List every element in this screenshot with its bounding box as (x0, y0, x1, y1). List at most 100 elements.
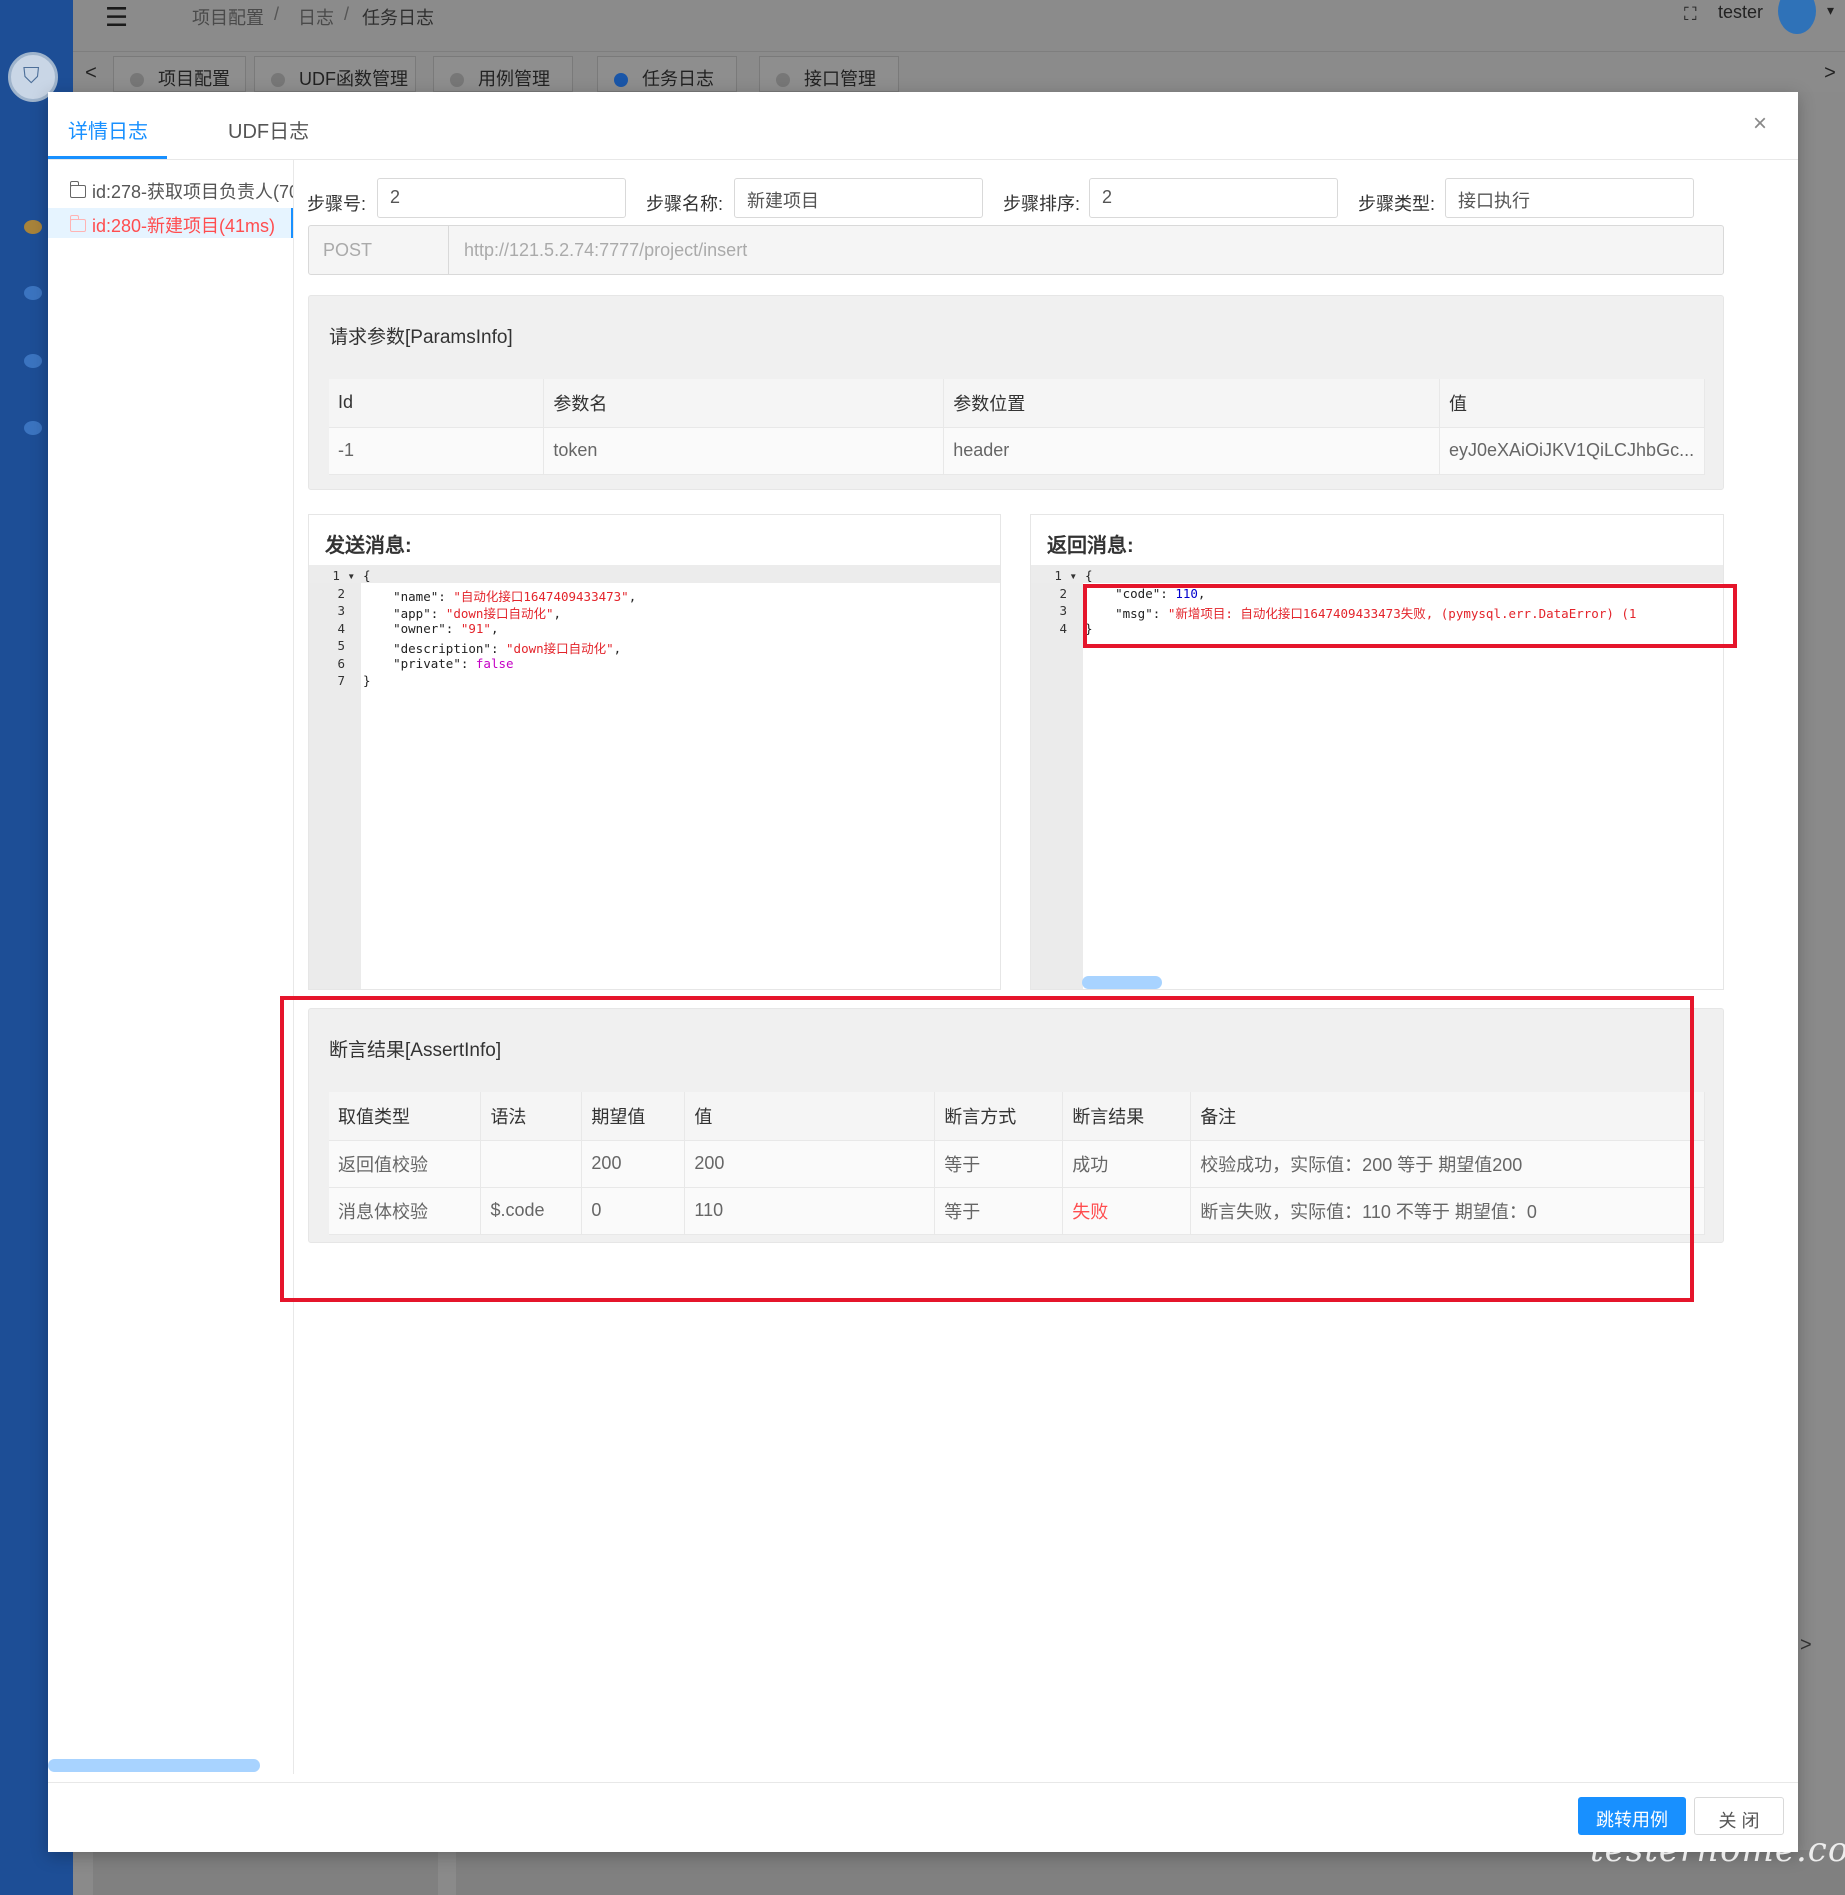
code-line: 3 "app": "down接口自动化", (309, 603, 1000, 621)
page-tabs-bar: < 项目配置 UDF函数管理× 用例管理× 任务日志× 接口管理× > (73, 52, 1845, 110)
chevron-left-icon[interactable]: < (79, 62, 103, 85)
page-tab-udf[interactable]: UDF函数管理× (254, 56, 416, 110)
code-line: 1 ▾ { (1031, 568, 1723, 586)
top-header: ☰ 项目配置 / 日志 / 任务日志 ⛶ tester ▾ (73, 0, 1845, 52)
tree-item[interactable]: id:278-获取项目负责人(70ms) (48, 174, 293, 204)
tab-udf-log[interactable]: UDF日志 (228, 115, 309, 144)
request-url: http://121.5.2.74:7777/project/insert (464, 240, 748, 260)
column-header: 参数名 (543, 379, 945, 428)
tree-item-label: id:278-获取项目负责人(70ms) (92, 182, 293, 202)
tab-label: 项目配置 (158, 69, 230, 89)
avatar[interactable] (1778, 0, 1816, 34)
response-message-title: 返回消息: (1047, 535, 1134, 557)
nav-item-icon[interactable] (24, 286, 42, 300)
code-text: "owner": "91", (393, 620, 499, 636)
tab-status-dot (614, 73, 628, 87)
code-text: { (1085, 568, 1093, 583)
step-no-label: 步骤号: (307, 194, 367, 214)
tab-status-dot (776, 73, 790, 87)
breadcrumb-separator: / (344, 4, 350, 24)
page-tab-task-log[interactable]: 任务日志× (597, 56, 737, 110)
line-number: 2 (337, 585, 345, 601)
code-text: "name": "自动化接口1647409433473", (393, 588, 637, 604)
nav-item-icon[interactable] (24, 354, 42, 368)
code-line: 5 "description": "down接口自动化", (309, 638, 1000, 656)
page-tab-api[interactable]: 接口管理× (759, 56, 899, 110)
annotation-box (1083, 584, 1737, 648)
folder-icon (69, 181, 86, 198)
step-type-label: 步骤类型: (1358, 194, 1436, 214)
page-tab-project-config[interactable]: 项目配置 (113, 56, 246, 92)
table-cell: token (543, 427, 945, 475)
tab-status-dot (450, 73, 464, 87)
column-header: 值 (1439, 379, 1706, 428)
tab-detail-log[interactable]: 详情日志 (68, 115, 148, 144)
breadcrumb-item[interactable]: 日志 (298, 4, 334, 30)
code-text: "app": "down接口自动化", (393, 606, 561, 621)
code-text: { (363, 568, 371, 583)
chevron-right-icon[interactable]: > (1818, 62, 1842, 85)
send-message-title: 发送消息: (325, 535, 412, 557)
step-no-field[interactable]: 2 (377, 178, 626, 218)
table-row: -1 token header eyJ0eXAiOiJKV1QiLCJhbGc.… (329, 427, 1706, 475)
nav-item-icon[interactable] (24, 421, 42, 435)
horizontal-scrollbar[interactable] (48, 1759, 260, 1772)
send-message-panel: 发送消息: 1 ▾ {2 "name": "自动化接口1647409433473"… (308, 514, 1001, 990)
tab-label: 任务日志 (642, 69, 714, 89)
chevron-down-icon[interactable]: ▾ (1827, 2, 1834, 19)
line-number: 3 (337, 603, 345, 618)
code-line: 1 ▾ { (309, 568, 1000, 586)
step-tree: id:278-获取项目负责人(70ms) id:280-新建项目(41ms) (48, 160, 294, 1774)
watermark: testerhome.com (1590, 1830, 1845, 1870)
tab-label: 用例管理 (478, 69, 550, 89)
breadcrumb-item[interactable]: 项目配置 (192, 4, 264, 30)
fullscreen-icon[interactable]: ⛶ (1684, 4, 1697, 25)
modal-footer: 跳转用例 关 闭 (48, 1782, 1798, 1852)
params-title: 请求参数[ParamsInfo] (329, 327, 513, 348)
column-header: 参数位置 (943, 379, 1440, 428)
code-line: 7} (309, 673, 1000, 691)
line-number: 4 (1059, 620, 1067, 636)
menu-fold-icon[interactable]: ☰ (105, 2, 128, 33)
line-number: 3 (1059, 603, 1067, 618)
user-name[interactable]: tester (1718, 2, 1763, 23)
horizontal-scrollbar[interactable] (1082, 976, 1162, 989)
code-line: 6 "private": false (309, 656, 1000, 674)
request-url-field[interactable]: POST http://121.5.2.74:7777/project/inse… (308, 225, 1724, 275)
step-name-label: 步骤名称: (646, 194, 724, 214)
line-number: 5 (337, 638, 345, 653)
step-name-field[interactable]: 新建项目 (734, 178, 983, 218)
breadcrumb-item: 任务日志 (362, 8, 434, 28)
step-order-field[interactable]: 2 (1089, 178, 1338, 218)
tree-item-selected[interactable]: id:280-新建项目(41ms) (48, 208, 293, 238)
page-tab-cases[interactable]: 用例管理× (433, 56, 573, 110)
folder-icon (69, 215, 86, 232)
background-card (93, 1850, 438, 1895)
params-table: Id 参数名 参数位置 值 -1 token header eyJ0eXAiOi… (329, 379, 1706, 475)
close-icon[interactable]: × (1753, 110, 1767, 138)
http-method: POST (309, 226, 449, 274)
line-number: 2 (1059, 585, 1067, 601)
line-number: 7 (337, 673, 345, 688)
line-number: 1 ▾ (1054, 568, 1077, 583)
table-cell: header (943, 427, 1440, 475)
code-text: } (363, 673, 371, 688)
tab-status-dot (130, 73, 144, 87)
table-header-row: Id 参数名 参数位置 值 (329, 379, 1706, 428)
send-code-editor[interactable]: 1 ▾{2 "name": "自动化接口1647409433473", 3 "ap… (309, 565, 1000, 989)
breadcrumb-separator: / (274, 4, 280, 24)
line-number: 6 (337, 655, 345, 671)
tab-status-dot (271, 73, 285, 87)
table-cell: -1 (329, 427, 545, 475)
code-text: "description": "down接口自动化", (393, 641, 622, 656)
nav-item-icon[interactable] (24, 220, 42, 234)
tab-label: UDF函数管理 (299, 69, 408, 89)
code-line: 2 "name": "自动化接口1647409433473", (309, 586, 1000, 604)
params-card: 请求参数[ParamsInfo] Id 参数名 参数位置 值 -1 token … (308, 295, 1724, 490)
modal-tabs: 详情日志 UDF日志 × (48, 92, 1798, 160)
chevron-right-icon[interactable]: > (1800, 1634, 1812, 1657)
step-type-field[interactable]: 接口执行 (1445, 178, 1694, 218)
line-number: 4 (337, 620, 345, 636)
line-number: 1 ▾ (332, 568, 355, 583)
tree-item-label: id:280-新建项目(41ms) (92, 216, 276, 236)
